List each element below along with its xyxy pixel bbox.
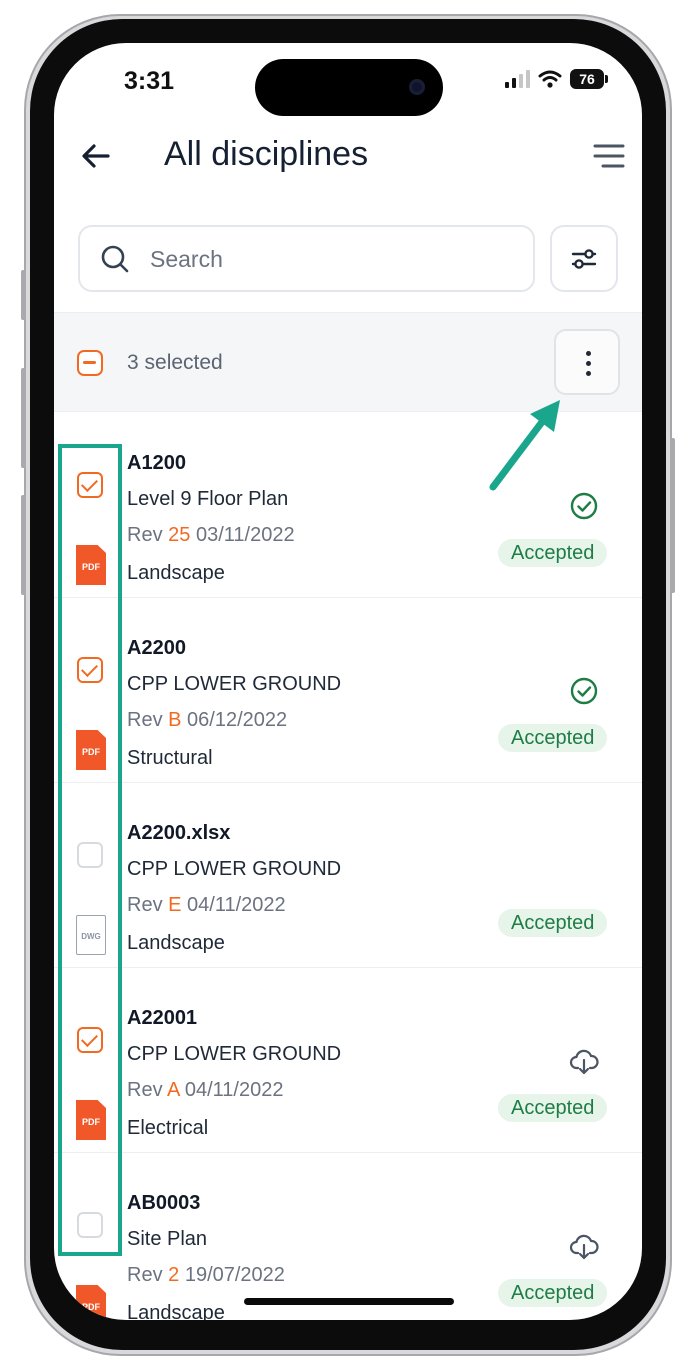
annotation-arrow bbox=[489, 400, 560, 491]
status-badge: Accepted bbox=[498, 909, 608, 937]
revision-value: B bbox=[168, 709, 182, 731]
status-icons: 76 bbox=[505, 69, 608, 89]
app-screen: 3:31 76 All disciplines Search 3 selecte… bbox=[54, 43, 642, 1320]
document-row[interactable]: PDF A2200 CPP LOWER GROUND Rev B 06/12/2022… bbox=[54, 598, 642, 783]
home-indicator bbox=[244, 1298, 454, 1305]
revision-date: 06/12/2022 bbox=[187, 709, 288, 731]
battery-indicator: 76 bbox=[570, 69, 608, 89]
document-discipline: Structural bbox=[127, 747, 213, 769]
filter-button[interactable] bbox=[550, 225, 618, 292]
menu-icon[interactable] bbox=[592, 141, 626, 171]
revision-date: 04/11/2022 bbox=[187, 894, 286, 916]
volume-down-button bbox=[21, 495, 26, 595]
search-input[interactable] bbox=[150, 237, 520, 281]
wifi-icon bbox=[538, 70, 562, 88]
action-button bbox=[21, 270, 26, 320]
cloud-download-icon[interactable] bbox=[569, 1046, 599, 1076]
revision-value: 25 bbox=[168, 524, 191, 546]
page-title: All disciplines bbox=[164, 135, 369, 173]
selected-count: 3 selected bbox=[127, 351, 223, 374]
check-circle-icon bbox=[569, 491, 599, 521]
revision-date: 03/11/2022 bbox=[195, 524, 295, 546]
document-code: A22001 bbox=[127, 1007, 198, 1029]
document-code: A2200 bbox=[127, 637, 186, 659]
document-code: A1200 bbox=[127, 452, 186, 474]
check-circle-icon bbox=[569, 676, 599, 706]
document-revision: Rev B 06/12/2022 bbox=[127, 709, 288, 731]
status-badge: Accepted bbox=[498, 1279, 608, 1307]
document-name: Level 9 Floor Plan bbox=[127, 488, 289, 510]
power-button bbox=[670, 438, 675, 593]
annotation-highlight-box bbox=[58, 444, 122, 1256]
document-name: CPP LOWER GROUND bbox=[127, 1043, 342, 1065]
select-all-checkbox[interactable] bbox=[77, 350, 103, 376]
back-arrow-icon[interactable] bbox=[78, 138, 114, 174]
document-revision: Rev 2 19/07/2022 bbox=[127, 1264, 285, 1286]
document-discipline: Landscape bbox=[127, 1302, 225, 1320]
cloud-download-icon[interactable] bbox=[569, 1231, 599, 1261]
search-icon bbox=[101, 245, 129, 273]
more-options-button[interactable] bbox=[554, 329, 620, 395]
document-code: AB0003 bbox=[127, 1192, 201, 1214]
status-badge: Accepted bbox=[498, 539, 608, 567]
revision-date: 19/07/2022 bbox=[184, 1264, 285, 1286]
filter-sliders-icon bbox=[571, 249, 597, 269]
document-row[interactable]: DWG A2200.xlsx CPP LOWER GROUND Rev E 04/11… bbox=[54, 783, 642, 968]
camera-icon bbox=[409, 79, 425, 95]
more-vertical-icon bbox=[586, 351, 591, 356]
document-revision: Rev 25 03/11/2022 bbox=[127, 524, 295, 546]
revision-value: A bbox=[167, 1079, 180, 1101]
cellular-signal-icon bbox=[505, 70, 530, 88]
document-revision: Rev A 04/11/2022 bbox=[127, 1079, 284, 1101]
document-name: CPP LOWER GROUND bbox=[127, 858, 342, 880]
document-name: CPP LOWER GROUND bbox=[127, 673, 342, 695]
status-badge: Accepted bbox=[498, 724, 608, 752]
document-row[interactable]: PDF AB0003 Site Plan Rev 2 19/07/2022 Landsc… bbox=[54, 1153, 642, 1320]
volume-up-button bbox=[21, 368, 26, 468]
document-discipline: Landscape bbox=[127, 562, 225, 584]
pdf-file-icon: PDF bbox=[76, 1285, 106, 1320]
document-row[interactable]: PDF A22001 CPP LOWER GROUND Rev A 04/11/202… bbox=[54, 968, 642, 1153]
revision-value: E bbox=[168, 894, 182, 916]
status-badge: Accepted bbox=[498, 1094, 608, 1122]
document-discipline: Electrical bbox=[127, 1117, 209, 1139]
document-name: Site Plan bbox=[127, 1228, 208, 1250]
status-time: 3:31 bbox=[124, 67, 175, 95]
revision-date: 04/11/2022 bbox=[184, 1079, 284, 1101]
dynamic-island bbox=[255, 59, 443, 116]
revision-value: 2 bbox=[168, 1264, 180, 1286]
document-list: PDF A1200 Level 9 Floor Plan Rev 25 03/11/2… bbox=[54, 413, 642, 1320]
document-discipline: Landscape bbox=[127, 932, 225, 954]
document-code: A2200.xlsx bbox=[127, 822, 231, 844]
document-revision: Rev E 04/11/2022 bbox=[127, 894, 286, 916]
search-field[interactable] bbox=[78, 225, 535, 292]
